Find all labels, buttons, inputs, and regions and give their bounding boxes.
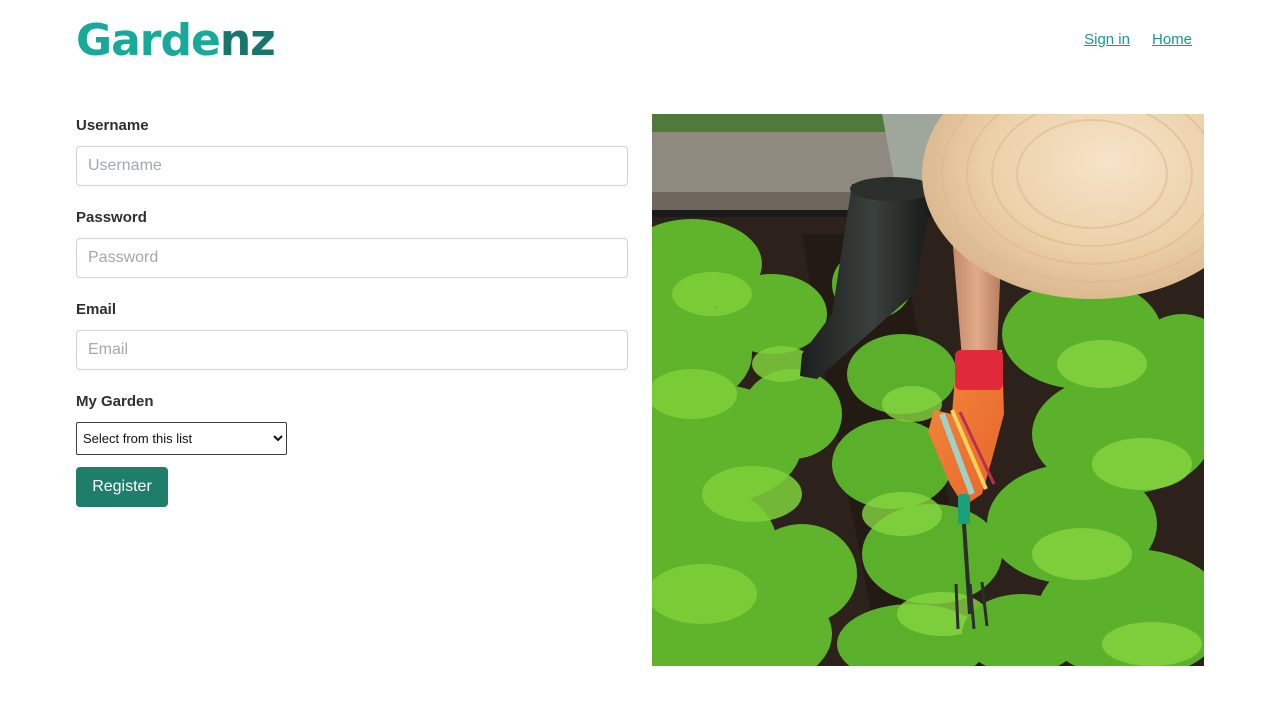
username-input[interactable] [76,146,628,186]
password-label: Password [76,209,147,226]
register-button[interactable]: Register [76,467,168,507]
garden-select[interactable]: Select from this list [76,422,287,455]
email-label: Email [76,301,117,318]
home-link[interactable]: Home [1152,30,1192,50]
logo-text-secondary: nz [219,15,276,66]
gardenz-logo[interactable]: Gardenz [76,15,276,66]
gardener-hero-image [652,114,1204,666]
email-input[interactable] [76,330,628,370]
garden-label: My Garden [76,393,154,410]
registration-form: Username Password Email My Garden Select… [76,114,628,507]
password-input[interactable] [76,238,628,278]
top-nav: Sign in Home [1084,30,1192,50]
username-label: Username [76,117,149,134]
register-page: Gardenz Sign in Home Username Password E… [0,0,1280,720]
logo-text-primary: Garde [76,15,221,66]
sign-in-link[interactable]: Sign in [1084,30,1130,50]
